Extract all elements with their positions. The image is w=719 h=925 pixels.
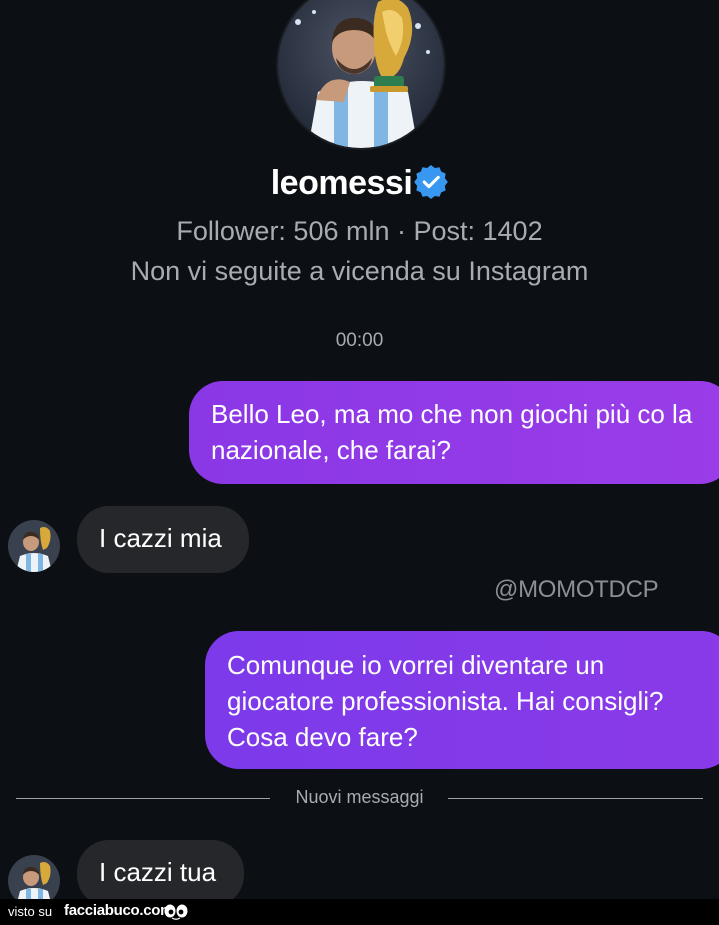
- message-text: Comunque io vorrei diventare un giocator…: [227, 650, 664, 752]
- outgoing-message-bubble[interactable]: Comunque io vorrei diventare un giocator…: [205, 631, 719, 769]
- sender-avatar[interactable]: [8, 520, 60, 572]
- verified-badge-icon: [414, 165, 449, 199]
- profile-stats: Follower: 506 mln · Post: 1402: [176, 216, 543, 246]
- profile-photo: [278, 0, 444, 148]
- profile-avatar[interactable]: [276, 0, 446, 150]
- footer-brand[interactable]: facciabuco.com: [64, 902, 173, 919]
- new-messages-divider: Nuovi messaggi: [16, 786, 703, 812]
- incoming-message-bubble[interactable]: I cazzi tua: [77, 840, 244, 907]
- watermark-text: @MOMOTDCP: [494, 576, 659, 603]
- message-text: I cazzi mia: [99, 523, 222, 553]
- footer-bar: visto su facciabuco.com: [0, 899, 719, 925]
- footer-visto-su: visto su: [8, 904, 53, 919]
- message-text: Bello Leo, ma mo che non giochi più co l…: [211, 399, 693, 465]
- outgoing-message-bubble[interactable]: Bello Leo, ma mo che non giochi più co l…: [189, 381, 719, 484]
- profile-username-row: leomessi: [0, 164, 719, 203]
- profile-username[interactable]: leomessi: [271, 164, 413, 202]
- follow-status: Non vi seguite a vicenda su Instagram: [130, 256, 589, 286]
- conversation-timestamp: 00:00: [335, 330, 384, 351]
- avatar-photo: [8, 520, 60, 572]
- message-text: I cazzi tua: [99, 857, 217, 887]
- eyes-icon: [164, 904, 188, 920]
- incoming-message-bubble[interactable]: I cazzi mia: [77, 506, 249, 573]
- divider-line: [448, 798, 703, 799]
